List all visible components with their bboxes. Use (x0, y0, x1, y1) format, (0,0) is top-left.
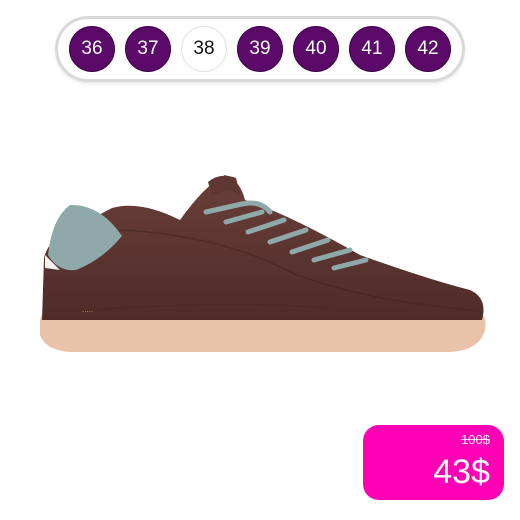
current-price: 43$ (433, 453, 490, 491)
price-badge: 100$ 43$ (363, 425, 504, 500)
size-option-40[interactable]: 40 (293, 26, 339, 72)
size-option-42[interactable]: 42 (405, 26, 451, 72)
size-option-37[interactable]: 37 (125, 26, 171, 72)
old-price: 100$ (461, 432, 490, 447)
size-option-38[interactable]: 38 (181, 26, 227, 72)
size-option-36[interactable]: 36 (69, 26, 115, 72)
size-option-39[interactable]: 39 (237, 26, 283, 72)
size-selector: 36 37 38 39 40 41 42 (58, 19, 462, 79)
svg-text:.....: ..... (82, 305, 93, 314)
size-option-41[interactable]: 41 (349, 26, 395, 72)
sneaker-image: ..... (40, 175, 486, 352)
